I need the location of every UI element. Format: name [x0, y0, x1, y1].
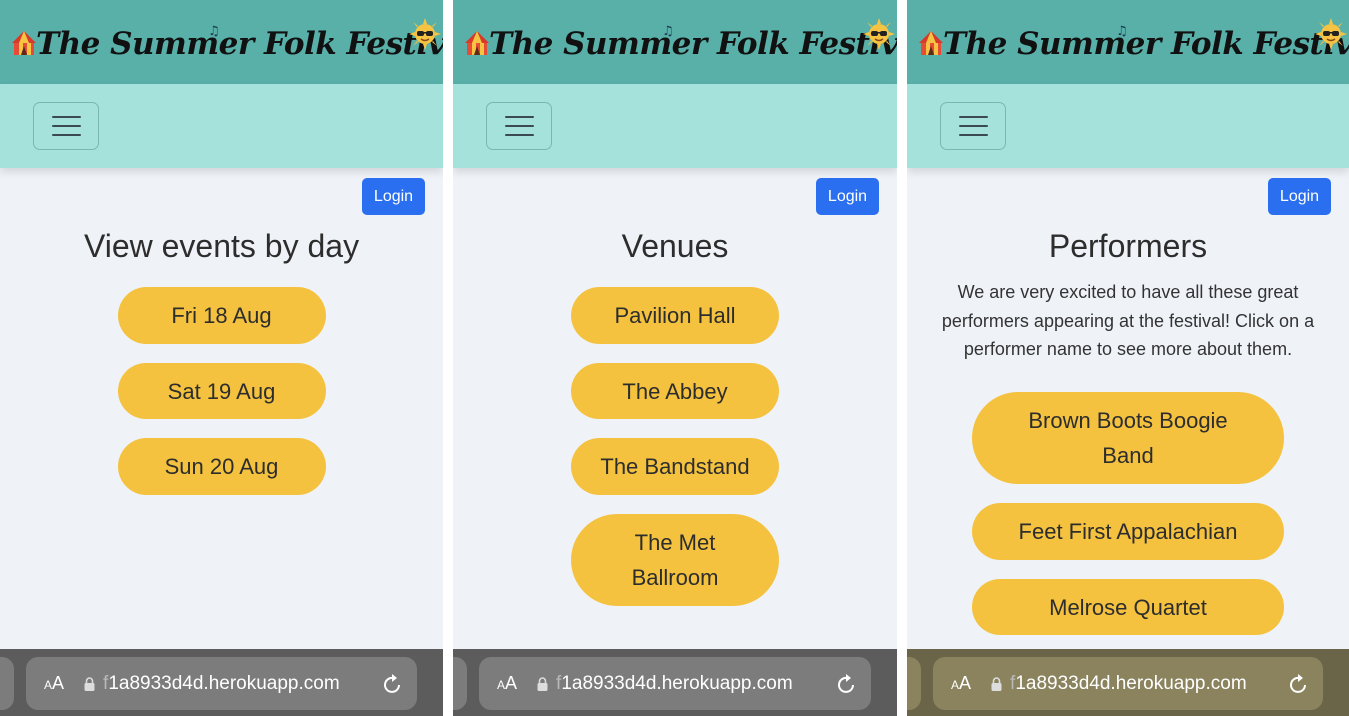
site-title[interactable]: The Summer Folk Festival: [943, 26, 1349, 62]
login-button[interactable]: Login: [816, 178, 879, 215]
sunglasses-sun-icon: [409, 18, 441, 50]
hamburger-menu-icon: [504, 116, 534, 118]
reader-button[interactable]: AA: [44, 673, 64, 694]
lock-icon: [84, 676, 95, 691]
venue-button-the-abbey[interactable]: The Abbey: [571, 363, 779, 419]
browser-toolbar: AA f1a8933d4d.herokuapp.com: [0, 649, 443, 716]
performer-button-brown-boots[interactable]: Brown Boots Boogie Band: [972, 392, 1284, 484]
performer-button-melrose-quartet[interactable]: Melrose Quartet: [972, 579, 1284, 635]
site-header: The Summer Folk Festival ♫: [0, 0, 443, 84]
circus-tent-icon: [919, 31, 943, 55]
circus-tent-icon: [12, 31, 36, 55]
page-title: View events by day: [83, 228, 360, 264]
address-bar[interactable]: AA f1a8933d4d.herokuapp.com: [26, 657, 417, 710]
hamburger-menu-button[interactable]: [33, 102, 99, 150]
venue-button-the-bandstand[interactable]: The Bandstand: [571, 438, 779, 495]
venue-button-pavilion-hall[interactable]: Pavilion Hall: [571, 287, 779, 344]
performer-button-feet-first[interactable]: Feet First Appalachian: [972, 503, 1284, 560]
sunglasses-sun-icon: [1315, 18, 1347, 50]
tab-stub[interactable]: [907, 657, 921, 710]
site-title[interactable]: The Summer Folk Festival: [36, 26, 443, 62]
url-text: f1a8933d4d.herokuapp.com: [1010, 672, 1247, 694]
address-bar[interactable]: AA f1a8933d4d.herokuapp.com: [479, 657, 871, 710]
hamburger-menu-icon: [958, 116, 988, 118]
address-bar[interactable]: AA f1a8933d4d.herokuapp.com: [933, 657, 1323, 710]
lock-icon: [537, 676, 548, 691]
login-button[interactable]: Login: [362, 178, 425, 215]
tab-stub[interactable]: [453, 657, 467, 710]
reader-button[interactable]: AA: [497, 673, 517, 694]
day-button-sun[interactable]: Sun 20 Aug: [117, 438, 326, 495]
performers-intro: We are very excited to have all these gr…: [941, 282, 1315, 359]
lock-icon: [991, 676, 1002, 691]
reader-button[interactable]: AA: [951, 673, 971, 694]
day-button-fri[interactable]: Fri 18 Aug: [117, 287, 326, 344]
phone-screen-venues: The Summer Folk Festival ♫ Login Venues …: [453, 0, 897, 716]
page-title: Venues: [621, 228, 729, 264]
login-button[interactable]: Login: [1268, 178, 1331, 215]
tab-stub[interactable]: [0, 657, 14, 710]
page-title: Performers: [1048, 228, 1208, 264]
browser-toolbar: AA f1a8933d4d.herokuapp.com: [907, 649, 1349, 716]
hamburger-menu-button[interactable]: [486, 102, 552, 150]
reload-icon[interactable]: [837, 673, 857, 695]
site-header: The Summer Folk Festival ♫: [453, 0, 897, 84]
music-note-icon: ♫: [662, 24, 674, 39]
phone-screen-days: The Summer Folk Festival ♫ Login View ev…: [0, 0, 443, 716]
nav-bar: [453, 84, 897, 168]
site-header: The Summer Folk Festival ♫: [907, 0, 1349, 84]
reload-icon[interactable]: [383, 673, 403, 695]
site-title[interactable]: The Summer Folk Festival: [489, 26, 897, 62]
circus-tent-icon: [465, 31, 489, 55]
nav-bar: [0, 84, 443, 168]
sunglasses-sun-icon: [863, 18, 895, 50]
venue-button-the-met-ballroom[interactable]: The Met Ballroom: [571, 514, 779, 606]
url-text: f1a8933d4d.herokuapp.com: [556, 672, 793, 694]
reload-icon[interactable]: [1289, 673, 1309, 695]
music-note-icon: ♫: [1116, 24, 1128, 39]
nav-bar: [907, 84, 1349, 168]
url-text: f1a8933d4d.herokuapp.com: [103, 672, 340, 694]
hamburger-menu-icon: [51, 116, 81, 118]
browser-toolbar: AA f1a8933d4d.herokuapp.com: [453, 649, 897, 716]
phone-screen-performers: The Summer Folk Festival ♫ Login Perform…: [907, 0, 1349, 716]
music-note-icon: ♫: [208, 24, 220, 39]
hamburger-menu-button[interactable]: [940, 102, 1006, 150]
day-button-sat[interactable]: Sat 19 Aug: [117, 363, 326, 419]
